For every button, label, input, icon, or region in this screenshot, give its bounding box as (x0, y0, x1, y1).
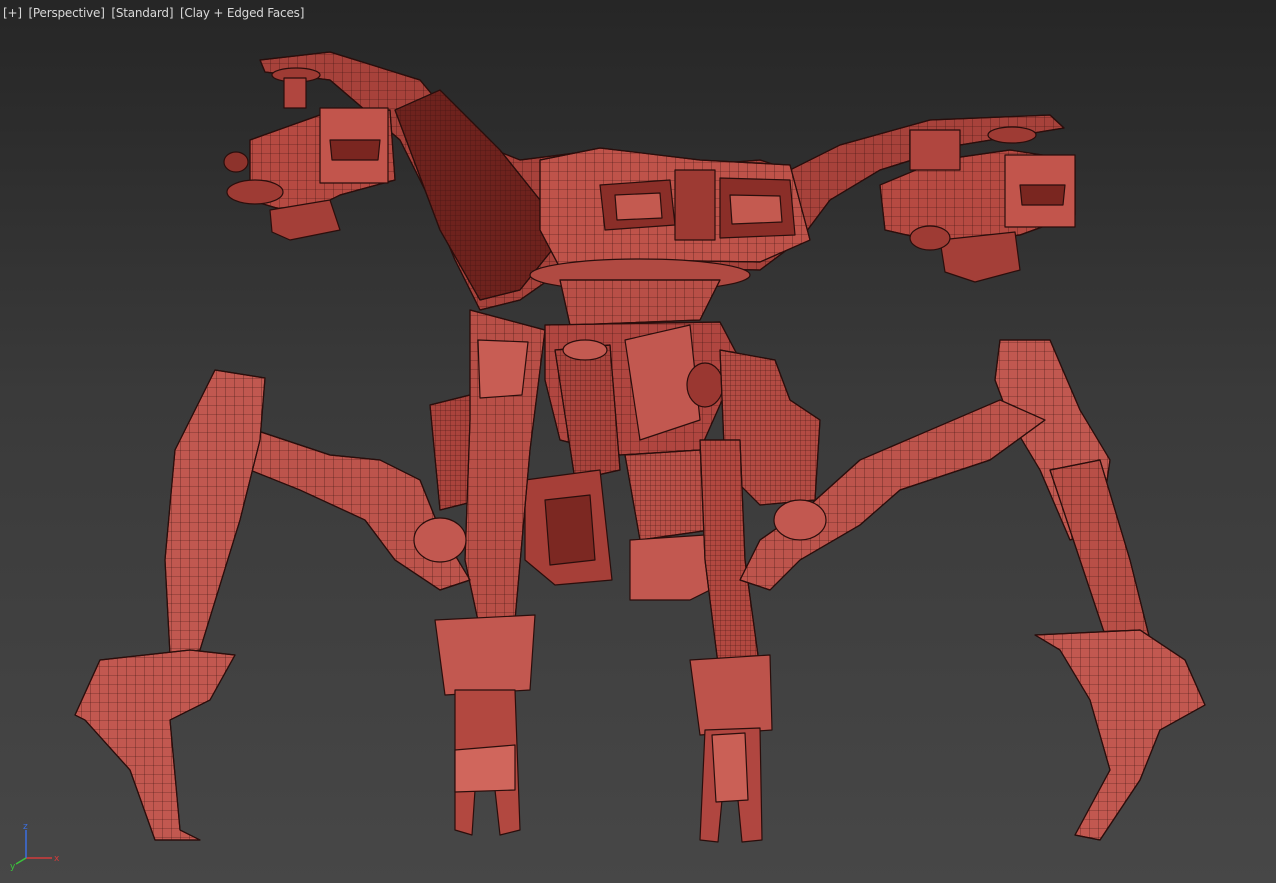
left-outer-leg (74, 369, 471, 841)
x-axis-label: x (54, 854, 60, 864)
mech-walker-model[interactable] (0, 0, 1276, 883)
axis-tripod-gizmo: x z y (10, 822, 60, 872)
y-axis-line (15, 857, 27, 865)
central-hub (529, 147, 811, 326)
y-axis-label: y (10, 862, 16, 872)
z-axis-label: z (23, 822, 28, 832)
perspective-viewport[interactable]: [+] [Perspective] [Standard] [Clay + Edg… (0, 0, 1276, 883)
